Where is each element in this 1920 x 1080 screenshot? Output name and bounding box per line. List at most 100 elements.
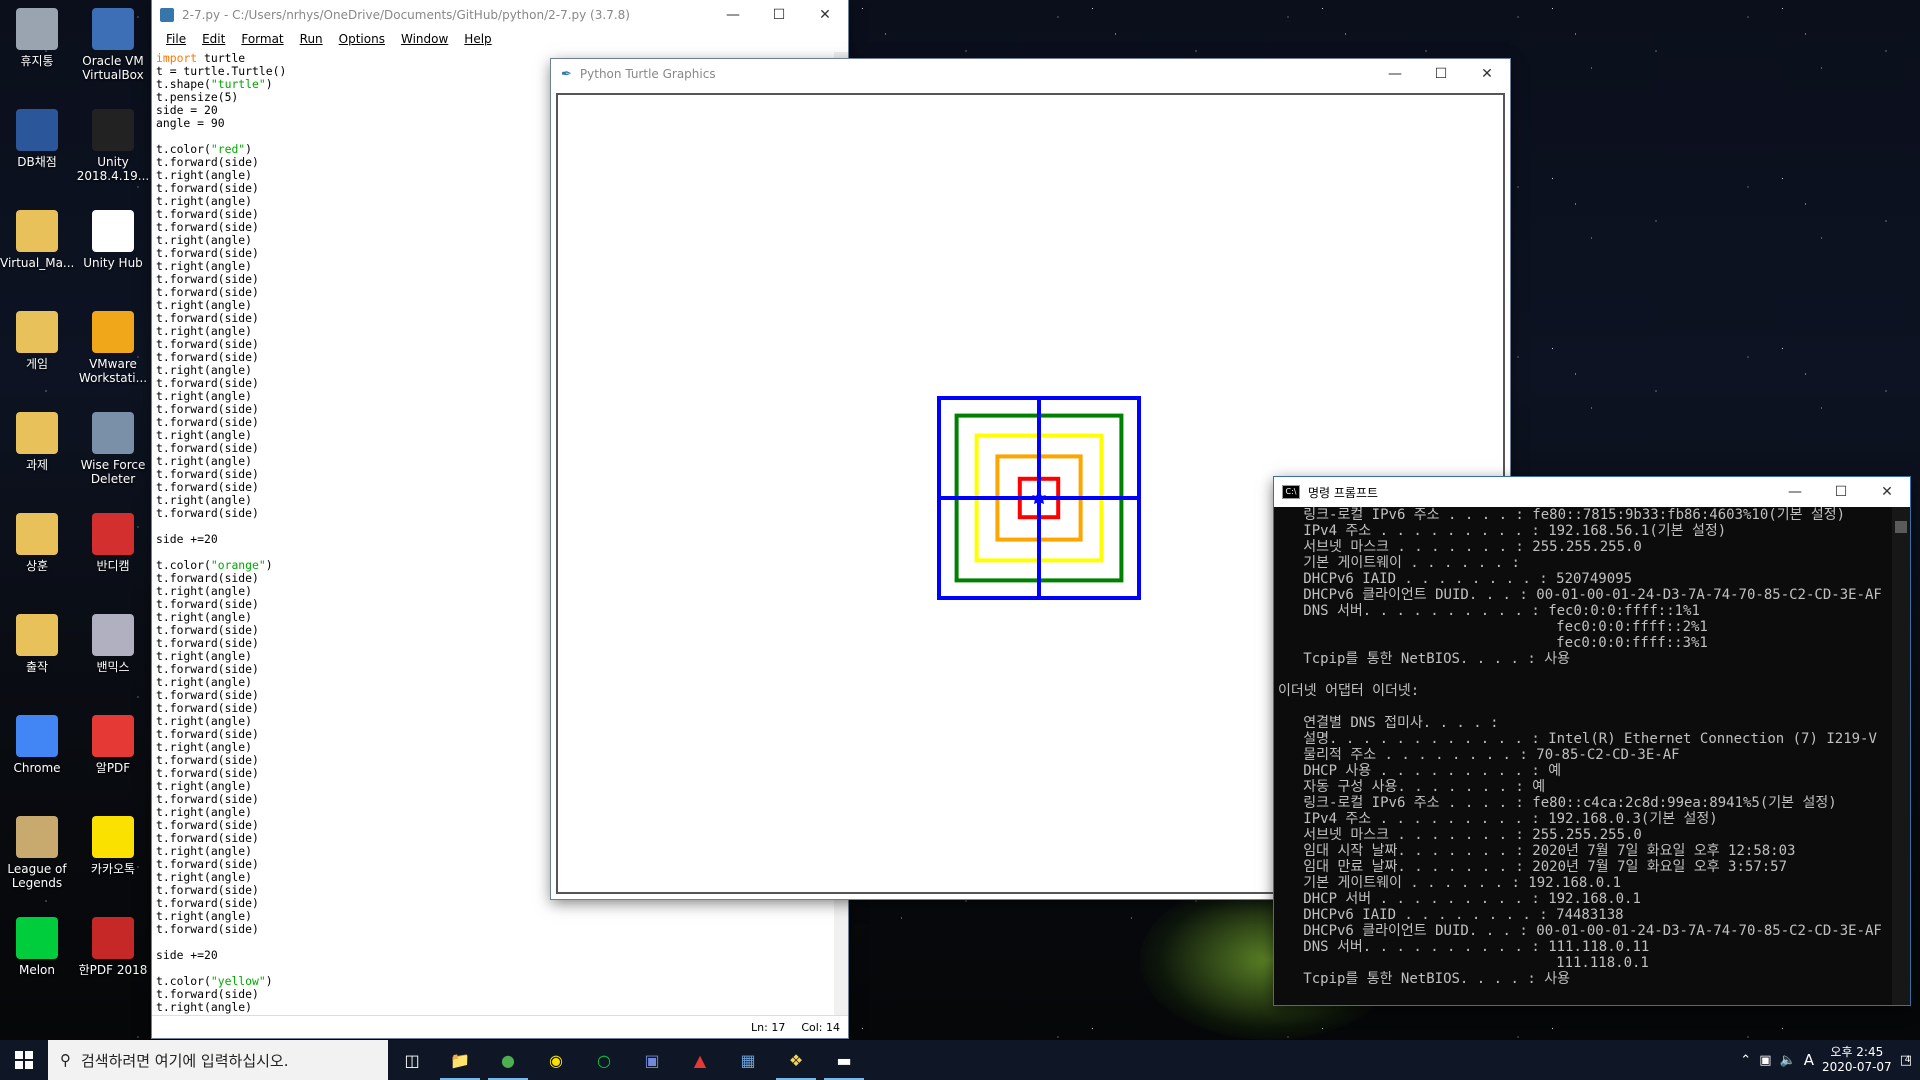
cmd-titlebar[interactable]: C:\ 명령 프롬프트 — ☐ ✕ xyxy=(1274,477,1910,507)
code-token: t.forward(side) xyxy=(156,155,259,169)
desktop-icon-label: 게임 xyxy=(25,357,49,371)
code-token: t.color( xyxy=(156,142,211,156)
console-line: DHCPv6 클라이언트 DUID. . . : 00-01-00-01-24-… xyxy=(1278,923,1882,939)
taskbar-acrobat-button[interactable]: ▲ xyxy=(676,1040,724,1080)
feather-icon: ✒ xyxy=(561,66,572,82)
desktop-icon[interactable]: VMware Workstati... xyxy=(76,311,150,385)
console-line: fec0:0:0:ffff::2%1 xyxy=(1278,619,1708,635)
code-token: t.right(angle) xyxy=(156,168,253,182)
code-token: t.right(angle) xyxy=(156,363,253,377)
menu-help[interactable]: Help xyxy=(456,30,499,50)
scrollbar-thumb[interactable] xyxy=(1895,521,1907,533)
desktop-icon[interactable]: Unity Hub xyxy=(76,210,150,270)
console-line: DHCP 사용 . . . . . . . . . : 예 xyxy=(1278,763,1562,779)
taskbar-file-explorer-button[interactable]: 📁 xyxy=(436,1040,484,1080)
desktop-icon[interactable]: Chrome xyxy=(0,715,74,775)
minimize-button[interactable]: — xyxy=(1372,59,1418,89)
cmd-icon: C:\ xyxy=(1282,485,1300,499)
desktop-icon-label: 상훈 xyxy=(25,559,49,573)
taskbar-chrome-button[interactable]: ● xyxy=(484,1040,532,1080)
command-prompt-window[interactable]: C:\ 명령 프롬프트 — ☐ ✕ 링크-로컬 IPv6 주소 . . . . … xyxy=(1274,477,1910,1005)
minimize-button[interactable]: — xyxy=(1772,477,1818,507)
menu-format[interactable]: Format xyxy=(233,30,291,50)
desktop-icon[interactable]: 게임 xyxy=(0,311,74,371)
code-token: t.forward(side) xyxy=(156,337,259,351)
console-line: 임대 만료 날짜. . . . . . . : 2020년 7월 7일 화요일 … xyxy=(1278,859,1788,875)
taskbar-melon-button[interactable]: ○ xyxy=(580,1040,628,1080)
menu-window[interactable]: Window xyxy=(393,30,456,50)
desktop-icon[interactable]: DB채점 xyxy=(0,109,74,169)
code-token: t.right(angle) xyxy=(156,1000,253,1014)
console-line: 자동 구성 사용. . . . . . . : 예 xyxy=(1278,779,1546,795)
taskbar-search-box[interactable]: ⚲ 검색하려면 여기에 입력하십시오. xyxy=(48,1040,388,1080)
code-token: t.right(angle) xyxy=(156,298,253,312)
close-button[interactable]: ✕ xyxy=(802,0,848,30)
discord-icon: ▣ xyxy=(644,1050,660,1070)
desktop-icon[interactable]: League of Legends xyxy=(0,816,74,890)
taskbar-task-view-button[interactable]: ◫ xyxy=(388,1040,436,1080)
turtle-titlebar[interactable]: ✒ Python Turtle Graphics — ☐ ✕ xyxy=(551,59,1510,89)
desktop-icon[interactable]: 휴지통 xyxy=(0,8,74,68)
console-line: 기본 게이트웨이 . . . . . . : xyxy=(1278,555,1520,571)
cmd-icon: ▬ xyxy=(836,1050,852,1070)
maximize-button[interactable]: ☐ xyxy=(1818,477,1864,507)
alpdf-icon xyxy=(92,715,134,757)
console-line: 물리적 주소 . . . . . . . . : 70-85-C2-CD-3E-… xyxy=(1278,747,1680,763)
console-line: 설명. . . . . . . . . . . . : Intel(R) Eth… xyxy=(1278,731,1877,747)
notification-icon[interactable]: □ 4 xyxy=(1900,1053,1912,1068)
desktop-icon[interactable]: 반디캠 xyxy=(76,513,150,573)
folder-icon xyxy=(16,614,58,656)
code-token: t.forward(side) xyxy=(156,766,259,780)
folder-icon xyxy=(16,513,58,555)
taskbar-python-button[interactable]: ❖ xyxy=(772,1040,820,1080)
desktop-icon[interactable]: Unity 2018.4.19... xyxy=(76,109,150,183)
close-button[interactable]: ✕ xyxy=(1864,477,1910,507)
taskbar-cmd-button[interactable]: ▬ xyxy=(820,1040,868,1080)
start-button[interactable] xyxy=(0,1040,48,1080)
desktop-icon[interactable]: Virtual_Ma... xyxy=(0,210,74,270)
code-token: t.forward(side) xyxy=(156,857,259,871)
minimize-button[interactable]: — xyxy=(710,0,756,30)
menu-options[interactable]: Options xyxy=(331,30,393,50)
maximize-button[interactable]: ☐ xyxy=(1418,59,1464,89)
code-token: "red" xyxy=(210,142,246,156)
desktop-icon-label: Melon xyxy=(18,963,56,977)
console-scrollbar[interactable] xyxy=(1892,507,1910,1005)
menu-file[interactable]: File xyxy=(158,30,194,50)
idle-titlebar[interactable]: 2-7.py - C:/Users/nrhys/OneDrive/Documen… xyxy=(152,0,848,30)
desktop-icon[interactable]: Wise Force Deleter xyxy=(76,412,150,486)
task-view-icon: ◫ xyxy=(404,1050,420,1070)
close-button[interactable]: ✕ xyxy=(1464,59,1510,89)
menu-edit[interactable]: Edit xyxy=(194,30,233,50)
desktop-icon[interactable]: 상훈 xyxy=(0,513,74,573)
desktop-icon[interactable]: 출작 xyxy=(0,614,74,674)
maximize-button[interactable]: ☐ xyxy=(756,0,802,30)
code-token: t.forward(side) xyxy=(156,701,259,715)
volume-icon[interactable]: 🔈 xyxy=(1780,1053,1796,1068)
clock-date: 2020-07-07 xyxy=(1821,1060,1892,1074)
code-token: t.right(angle) xyxy=(156,428,253,442)
desktop-icon[interactable]: Oracle VM VirtualBox xyxy=(76,8,150,82)
chevron-up-icon[interactable]: ⌃ xyxy=(1740,1053,1751,1068)
taskbar-kakaotalk-button[interactable]: ◉ xyxy=(532,1040,580,1080)
python-icon: ❖ xyxy=(788,1050,804,1070)
desktop-icon[interactable]: 카카오톡 xyxy=(76,816,150,876)
console-output[interactable]: 링크-로컬 IPv6 주소 . . . . : fe80::7815:9b33:… xyxy=(1274,507,1892,1005)
taskbar-virtualbox-button[interactable]: ▦ xyxy=(724,1040,772,1080)
network-icon[interactable]: ▣ xyxy=(1759,1053,1771,1068)
bandimix-icon xyxy=(92,614,134,656)
desktop-icon[interactable]: 과제 xyxy=(0,412,74,472)
chrome-icon: ● xyxy=(501,1050,515,1070)
taskbar-discord-button[interactable]: ▣ xyxy=(628,1040,676,1080)
desktop-icon[interactable]: 알PDF xyxy=(76,715,150,775)
desktop-icon[interactable]: 밴믹스 xyxy=(76,614,150,674)
clock[interactable]: 오후 2:45 2020-07-07 xyxy=(1822,1045,1892,1075)
menu-run[interactable]: Run xyxy=(292,30,331,50)
code-token: t.forward(side) xyxy=(156,818,259,832)
desktop-icon[interactable]: 한PDF 2018 xyxy=(76,917,150,977)
ime-indicator[interactable]: A xyxy=(1804,1051,1814,1069)
desktop-icon[interactable]: Melon xyxy=(0,917,74,977)
code-token: t.forward(side) xyxy=(156,571,259,585)
code-token: ) xyxy=(265,974,273,988)
